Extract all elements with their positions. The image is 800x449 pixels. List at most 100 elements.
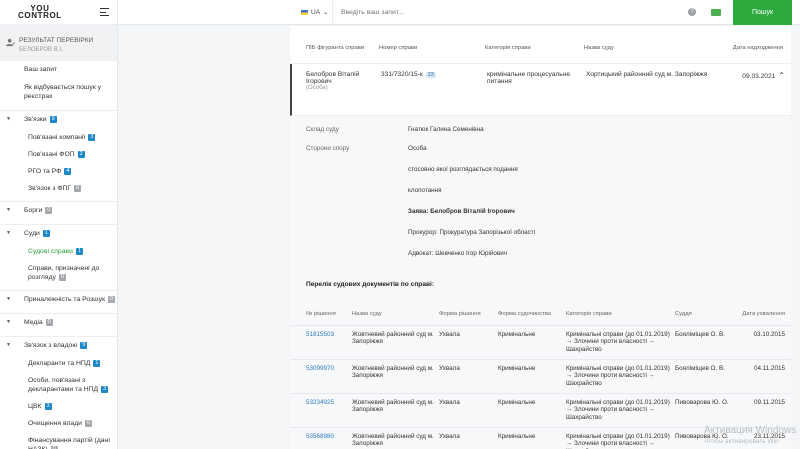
nav-separator — [0, 201, 117, 202]
doc-col-form: Форма рішення — [439, 311, 481, 317]
sidebar-item-label: Особи, пов'язані з декларантами та НПД — [28, 377, 99, 393]
menu-collapse-icon[interactable] — [100, 8, 109, 16]
doc-court: Жовтневий районний суд м. Запоріжжя — [352, 358, 439, 393]
case-number: 331/7320/15-к — [381, 71, 423, 78]
count-badge: 0 — [58, 273, 66, 281]
watermark-line1: Активация Windows — [704, 425, 797, 436]
doc-number-link[interactable]: 53234925 — [290, 392, 352, 427]
caret-down-icon[interactable]: ▼ — [6, 206, 14, 215]
doc-col-court: Назва суду — [352, 311, 382, 317]
col-header-number: Номер справи — [379, 45, 418, 51]
judge-value: Гнатюк Галина Семенівна — [408, 126, 484, 133]
caret-down-icon[interactable]: ▼ — [6, 318, 14, 327]
count-badge: 0 — [84, 419, 92, 427]
sidebar-item[interactable]: ▼ Медіа 0 — [0, 318, 117, 327]
nav-separator — [0, 224, 117, 225]
sidebar-item-label: Медіа — [24, 319, 43, 326]
doc-col-judge: Суддя — [675, 311, 692, 317]
sidebar-item-label: Декларанти та НПД — [28, 360, 91, 367]
nav-separator — [0, 110, 117, 111]
search-button[interactable]: Пошук — [733, 0, 792, 25]
case-court: Хортицький районний суд м. Запоріжжя — [586, 71, 708, 78]
logo[interactable]: YOU CONTROL — [18, 5, 62, 20]
help-icon[interactable]: ? — [688, 8, 696, 16]
sidebar-item[interactable]: Пов'язані компанії 3 — [0, 133, 117, 142]
check-result: РЕЗУЛЬТАТ ПЕРЕВІРКИ БЕЛОБРОВ В.І. — [0, 25, 117, 61]
sidebar-item[interactable]: Фінансування партій (дані НАЗК)0 — [0, 436, 117, 449]
keyboard-icon[interactable] — [711, 8, 721, 16]
doc-number-link[interactable]: 53568980 — [290, 426, 352, 449]
judge-label: Склад суду — [306, 126, 339, 133]
doc-number-link[interactable]: 53099970 — [290, 358, 352, 393]
sidebar-item[interactable]: РГО та РФ 4 — [0, 167, 117, 176]
sidebar-item[interactable]: ▼ Зв'язок з владою 9 — [0, 341, 117, 350]
sidebar-item[interactable]: ▼ Борги 0 — [0, 206, 117, 215]
sidebar-item[interactable]: ▼ Зв'язки 9 — [0, 115, 117, 124]
case-details: Склад суду Гнатюк Галина Семенівна Сторо… — [290, 116, 791, 449]
party-line: стосовно якої розглядається подання — [408, 166, 518, 173]
sidebar-item[interactable]: Особи, пов'язані з декларантами та НПД 3 — [0, 376, 117, 394]
chevron-down-icon: ⌄ — [323, 9, 329, 16]
doc-proceeding: Кримінальне — [498, 358, 566, 393]
count-badge: 3 — [101, 385, 109, 393]
count-badge: 0 — [45, 206, 53, 214]
sidebar-item-label: Суди — [24, 230, 40, 237]
caret-down-icon[interactable]: ▼ — [6, 229, 14, 238]
doc-form: Ухвала — [439, 426, 498, 449]
sidebar-item[interactable]: Пов'язані ФОП 2 — [0, 150, 117, 159]
chevron-up-icon[interactable]: ⌃ — [778, 71, 785, 80]
doc-category: Кримінальні справи (до 01.01.2019) → Зло… — [566, 324, 675, 359]
doc-form: Ухвала — [439, 392, 498, 427]
sidebar-item[interactable]: Судові справи 1 — [0, 247, 117, 256]
count-badge: 1 — [42, 229, 50, 237]
col-header-court: Назва суду — [584, 45, 614, 51]
doc-col-proceeding: Форма судочинства — [498, 311, 552, 317]
sidebar-item-label: Приналежність та Розшук — [24, 296, 106, 303]
sidebar-item[interactable]: ▼ Суди 1 — [0, 229, 117, 238]
doc-date: 03.10.2015 — [741, 324, 791, 359]
doc-court: Жовтневий районний суд м. Запоріжжя — [352, 324, 439, 359]
nav-separator — [0, 336, 117, 337]
sidebar-item[interactable]: Справи, призначені до розгляду 0 — [0, 264, 117, 282]
count-badge: 3 — [44, 402, 52, 410]
user-check-icon — [6, 38, 15, 47]
sidebar-item[interactable]: Ваш запит — [0, 65, 117, 74]
case-number-badge[interactable]: 23 — [425, 72, 436, 78]
caret-down-icon[interactable]: ▼ — [6, 115, 14, 124]
doc-proceeding: Кримінальне — [498, 324, 566, 359]
sidebar-item[interactable]: Очищення влади 0 — [0, 419, 117, 428]
sidebar-item-label: РГО та РФ — [28, 168, 62, 175]
language-select[interactable]: UA ⌄ — [293, 0, 333, 25]
doc-row: 53234925 Жовтневий районний суд м. Запорі… — [290, 392, 791, 427]
sidebar-item[interactable]: Зв'язок з ФПГ 0 — [0, 184, 117, 193]
doc-judge: Пивоварова Ю. О. — [675, 392, 741, 427]
case-person-name: Белобров Віталій Ігорович — [306, 71, 360, 85]
main-content: ПІБ фігуранта справи Номер справи Катего… — [290, 26, 791, 449]
search-input[interactable] — [333, 3, 683, 21]
language-label: UA — [311, 8, 321, 16]
sidebar-item[interactable]: ЦВК 3 — [0, 402, 117, 411]
sidebar-item-label: Очищення влади — [28, 420, 82, 427]
sidebar-item-label: Як відбувається пошук у реєстрах — [24, 84, 101, 100]
sidebar-item[interactable]: Декларанти та НПД 1 — [0, 359, 117, 368]
logo-bar: YOU CONTROL — [0, 0, 117, 25]
sidebar-item-label: Зв'язок з ФПГ — [28, 185, 72, 192]
sidebar-nav: Ваш запит Як відбувається пошук у реєстра… — [0, 61, 117, 449]
doc-proceeding: Кримінальне — [498, 426, 566, 449]
doc-col-date: Дата ухвалення — [742, 311, 785, 317]
sidebar-item-label: Пов'язані компанії — [28, 134, 86, 141]
caret-down-icon[interactable]: ▼ — [6, 295, 14, 304]
doc-date: 04.11.2015 — [741, 358, 791, 393]
doc-category: Кримінальні справи (до 01.01.2019) → Зло… — [566, 426, 675, 449]
nav-separator — [0, 290, 117, 291]
doc-judge: Бояліміщев О. В. — [675, 324, 741, 359]
doc-number-link[interactable]: 51815503 — [290, 324, 352, 359]
sidebar-item[interactable]: ▼ Приналежність та Розшук 0 — [0, 295, 117, 304]
case-row[interactable]: Белобров Віталій Ігорович (Особа) 331/73… — [290, 64, 791, 116]
parties-row: Сторони спору Особа стосовно якої розгля… — [290, 145, 791, 271]
watermark-line2: Чтобы активировать Win — [704, 438, 779, 445]
sidebar-item[interactable]: Як відбувається пошук у реєстрах — [0, 83, 117, 101]
party-line: Особа — [408, 145, 427, 152]
caret-down-icon[interactable]: ▼ — [6, 341, 14, 350]
judge-row: Склад суду Гнатюк Галина Семенівна — [290, 126, 791, 133]
